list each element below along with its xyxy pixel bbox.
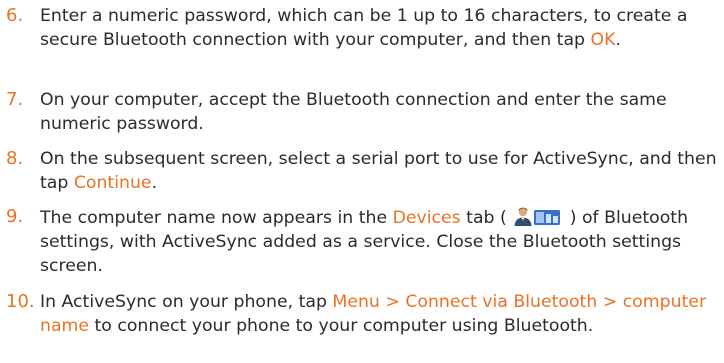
- step-number: 10.: [6, 291, 35, 312]
- ok-label: OK: [590, 30, 616, 50]
- step-text-part: The computer name now appears in the: [40, 208, 393, 228]
- step-number: 7.: [6, 89, 24, 110]
- instruction-steps: 6. Enter a numeric password, which can b…: [0, 0, 724, 363]
- step-text: The computer name now appears in the Dev…: [40, 205, 718, 278]
- devices-label: Devices: [392, 208, 461, 228]
- step-text: On the subsequent screen, select a seria…: [40, 147, 718, 195]
- continue-label: Continue: [73, 173, 152, 193]
- step-number: 6.: [6, 5, 24, 26]
- step-text-part: .: [615, 30, 621, 50]
- step-text-part: to connect your phone to your computer u…: [89, 316, 594, 336]
- step-text-part: .: [151, 173, 158, 193]
- step-text-part: In ActiveSync on your phone, tap: [40, 292, 333, 312]
- step-text: Enter a numeric password, which can be 1…: [40, 4, 718, 52]
- step-text-part: tab (: [460, 208, 513, 228]
- step-text: In ActiveSync on your phone, tap Menu > …: [40, 290, 718, 338]
- step-text: On your computer, accept the Bluetooth c…: [40, 90, 667, 134]
- step-number: 8.: [6, 148, 24, 169]
- devices-tab-icon: [512, 205, 564, 227]
- step-number: 9.: [6, 206, 24, 227]
